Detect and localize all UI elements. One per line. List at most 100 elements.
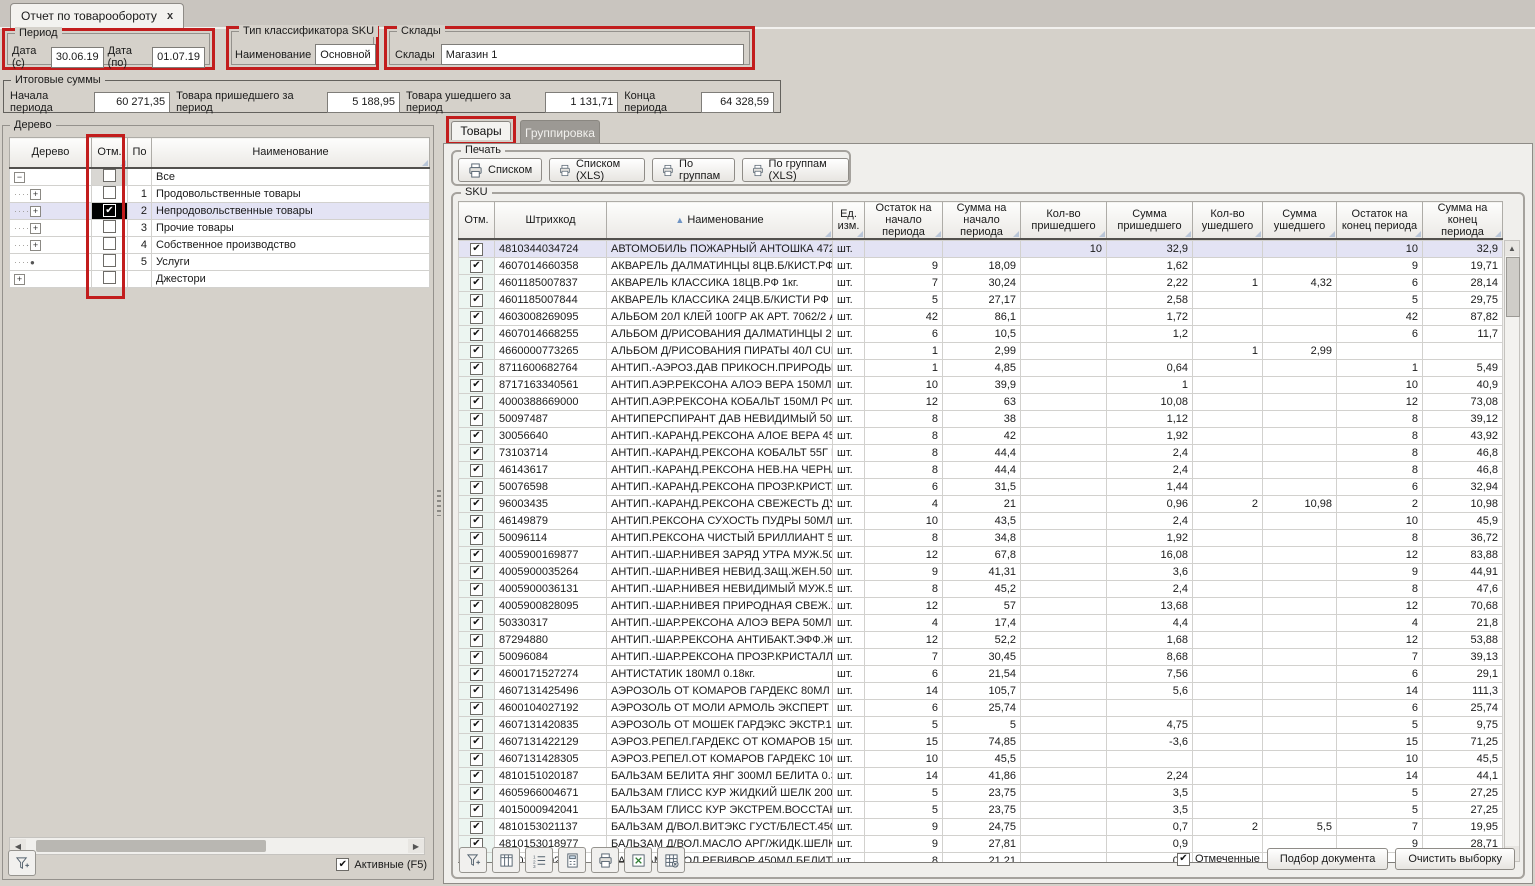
sku-type-combo[interactable]: Основной [315, 44, 375, 65]
table-row[interactable]: ✔96003435АНТИП.-КАРАНД.РЕКСОНА СВЕЖЕСТЬ … [459, 496, 1503, 513]
sku-col-header[interactable]: Остаток на конец периода [1337, 202, 1423, 240]
calculator-button[interactable] [558, 847, 586, 873]
excel-export-button[interactable] [624, 847, 652, 873]
table-row[interactable]: ✔4005900036131АНТИП.-ШАР.НИВЕЯ НЕВИДИМЫЙ… [459, 581, 1503, 598]
table-row[interactable]: ✔50097487АНТИПЕРСПИРАНТ ДАВ НЕВИДИМЫЙ 50… [459, 411, 1503, 428]
sku-col-header[interactable]: ▲Наименование [607, 202, 833, 240]
clear-selection-button[interactable]: Очистить выборку [1395, 848, 1515, 870]
active-f5-checkbox[interactable]: ✔ [336, 858, 349, 871]
table-row[interactable]: ✔4015000942041БАЛЬЗАМ ГЛИСС КУР ЭКСТРЕМ.… [459, 802, 1503, 819]
row-checkbox[interactable]: ✔ [470, 260, 483, 273]
tree-row[interactable]: ····+1Продовольственные товары [10, 185, 430, 202]
row-checkbox[interactable]: ✔ [470, 277, 483, 290]
tree-row[interactable]: −Все [10, 168, 430, 186]
marked-toggle[interactable]: ✔ Отмеченные [1177, 853, 1260, 866]
row-checkbox[interactable]: ✔ [470, 651, 483, 664]
table-row[interactable]: ✔50330317АНТИП.-ШАР.РЕКСОНА АЛОЭ ВЕРА 50… [459, 615, 1503, 632]
tab-gruppirovka[interactable]: Группировка [520, 120, 600, 144]
table-row[interactable]: ✔4607131422129АЭРОЗ.РЕПЕЛ.ГАРДЕКС ОТ КОМ… [459, 734, 1503, 751]
row-checkbox[interactable]: ✔ [470, 328, 483, 341]
column-settings-button[interactable] [492, 847, 520, 873]
expand-icon[interactable]: + [30, 206, 41, 217]
scroll-right-icon[interactable]: ▶ [408, 839, 424, 853]
date-from-field[interactable]: 30.06.19 [51, 47, 104, 68]
table-row[interactable]: ✔4607014660358АКВАРЕЛЬ ДАЛМАТИНЦЫ 8ЦВ.Б/… [459, 258, 1503, 275]
row-checkbox[interactable]: ✔ [470, 243, 483, 256]
table-row[interactable]: ✔4005900169877АНТИП.-ШАР.НИВЕЯ ЗАРЯД УТР… [459, 547, 1503, 564]
tree-name-cell[interactable]: Собственное производство [152, 236, 430, 253]
row-checkbox[interactable]: ✔ [470, 787, 483, 800]
table-row[interactable]: ✔87294880АНТИП.-ШАР.РЕКСОНА АНТИБАКТ.ЭФФ… [459, 632, 1503, 649]
table-row[interactable]: ✔4810153021137БАЛЬЗАМ Д/ВОЛ.ВИТЭКС ГУСТ/… [459, 819, 1503, 836]
table-row[interactable]: ✔4605966004671БАЛЬЗАМ ГЛИСС КУР ЖИДКИЙ Ш… [459, 785, 1503, 802]
row-checkbox[interactable]: ✔ [470, 481, 483, 494]
tree-name-cell[interactable]: Услуги [152, 253, 430, 270]
table-row[interactable]: ✔50076598АНТИП.-КАРАНД.РЕКСОНА ПРОЗР.КРИ… [459, 479, 1503, 496]
row-checkbox[interactable]: ✔ [470, 515, 483, 528]
row-checkbox[interactable]: ✔ [470, 719, 483, 732]
table-row[interactable]: ✔4601185007837АКВАРЕЛЬ КЛАССИКА 18ЦВ.РФ … [459, 275, 1503, 292]
sku-col-header[interactable]: Сумма на начало периода [943, 202, 1021, 240]
grid-export-button[interactable] [657, 847, 685, 873]
print-button[interactable]: По группам [652, 158, 734, 182]
collapse-icon[interactable]: − [14, 172, 25, 183]
table-row[interactable]: ✔4660000773265АЛЬБОМ Д/РИСОВАНИЯ ПИРАТЫ … [459, 343, 1503, 360]
warehouses-field[interactable]: Магазин 1 [441, 44, 744, 65]
row-checkbox[interactable]: ✔ [470, 532, 483, 545]
tree-row[interactable]: ····+✔2Непродовольственные товары [10, 202, 430, 219]
row-checkbox[interactable]: ✔ [470, 736, 483, 749]
row-checkbox[interactable]: ✔ [470, 634, 483, 647]
row-checkbox[interactable]: ✔ [470, 549, 483, 562]
row-checkbox[interactable]: ✔ [470, 430, 483, 443]
row-checkbox[interactable]: ✔ [470, 600, 483, 613]
table-row[interactable]: ✔4000388669000АНТИП.АЭР.РЕКСОНА КОБАЛЬТ … [459, 394, 1503, 411]
sku-col-header[interactable]: Сумма пришедшего [1107, 202, 1193, 240]
printer-button[interactable] [591, 847, 619, 873]
table-row[interactable]: ✔4600104027192АЭРОЗОЛЬ ОТ МОЛИ АРМОЛЬ ЭК… [459, 700, 1503, 717]
tree-name-cell[interactable]: Непродовольственные товары [152, 202, 430, 219]
table-row[interactable]: ✔4607131420835АЭРОЗОЛЬ ОТ МОШЕК ГАРДЭКС … [459, 717, 1503, 734]
table-row[interactable]: ✔50096084АНТИП.-ШАР.РЕКСОНА ПРОЗР.КРИСТА… [459, 649, 1503, 666]
tab-tovary[interactable]: Товары [451, 121, 511, 140]
row-checkbox[interactable]: ✔ [470, 345, 483, 358]
table-row[interactable]: ✔4810151020187БАЛЬЗАМ БЕЛИТА ЯНГ 300МЛ Б… [459, 768, 1503, 785]
table-row[interactable]: ✔4607014668255АЛЬБОМ Д/РИСОВАНИЯ ДАЛМАТИ… [459, 326, 1503, 343]
expand-icon[interactable]: + [14, 274, 25, 285]
tree-name-cell[interactable]: Джестори [152, 270, 430, 287]
table-row[interactable]: ✔4005900035264АНТИП.-ШАР.НИВЕЯ НЕВИД.ЗАЩ… [459, 564, 1503, 581]
tree-horizontal-scrollbar[interactable]: ◀ ▶ [9, 837, 425, 855]
row-checkbox[interactable]: ✔ [470, 566, 483, 579]
print-button[interactable]: Списком [458, 158, 542, 182]
table-row[interactable]: ✔4601185007844АКВАРЕЛЬ КЛАССИКА 24ЦВ.Б/К… [459, 292, 1503, 309]
table-row[interactable]: ✔50096114АНТИП.РЕКСОНА ЧИСТЫЙ БРИЛЛИАНТ … [459, 530, 1503, 547]
date-to-field[interactable]: 01.07.19 [152, 47, 205, 68]
row-checkbox[interactable]: ✔ [470, 804, 483, 817]
totals-in-value[interactable]: 5 188,95 [327, 92, 400, 113]
tree-row[interactable]: ····+4Собственное производство [10, 236, 430, 253]
expand-icon[interactable]: + [30, 223, 41, 234]
row-checkbox[interactable]: ✔ [470, 396, 483, 409]
numbered-list-button[interactable]: 123 [525, 847, 553, 873]
expand-icon[interactable]: + [30, 189, 41, 200]
row-checkbox[interactable]: ✔ [470, 447, 483, 460]
row-checkbox[interactable]: ✔ [470, 668, 483, 681]
row-checkbox[interactable]: ✔ [470, 702, 483, 715]
sku-scrollbar-thumb[interactable] [1506, 257, 1520, 317]
print-button[interactable]: По группам (XLS) [742, 158, 849, 182]
sku-col-header[interactable]: Кол-во пришедшего [1021, 202, 1107, 240]
table-row[interactable]: ✔4603008269095АЛЬБОМ 20Л КЛЕЙ 100ГР АК А… [459, 309, 1503, 326]
table-row[interactable]: ✔4600171527274АНТИСТАТИК 180МЛ 0.18кг.шт… [459, 666, 1503, 683]
row-checkbox[interactable]: ✔ [470, 753, 483, 766]
filter-add-button[interactable] [459, 847, 487, 873]
row-checkbox[interactable]: ✔ [470, 311, 483, 324]
sku-col-header[interactable]: Сумма ушедшего [1263, 202, 1337, 240]
print-button[interactable]: Списком (XLS) [549, 158, 645, 182]
row-checkbox[interactable]: ✔ [470, 770, 483, 783]
row-checkbox[interactable]: ✔ [470, 498, 483, 511]
table-row[interactable]: ✔4005900828095АНТИП.-ШАР.НИВЕЯ ПРИРОДНАЯ… [459, 598, 1503, 615]
table-row[interactable]: ✔4607131428305АЭРОЗ.РЕПЕЛ.ОТ КОМАРОВ ГАР… [459, 751, 1503, 768]
table-row[interactable]: ✔4607131425496АЭРОЗОЛЬ ОТ КОМАРОВ ГАРДЕК… [459, 683, 1503, 700]
sku-col-header[interactable]: Остаток на начало периода [865, 202, 943, 240]
pick-document-button[interactable]: Подбор документа [1267, 848, 1388, 870]
close-tab-icon[interactable]: x [167, 10, 173, 22]
